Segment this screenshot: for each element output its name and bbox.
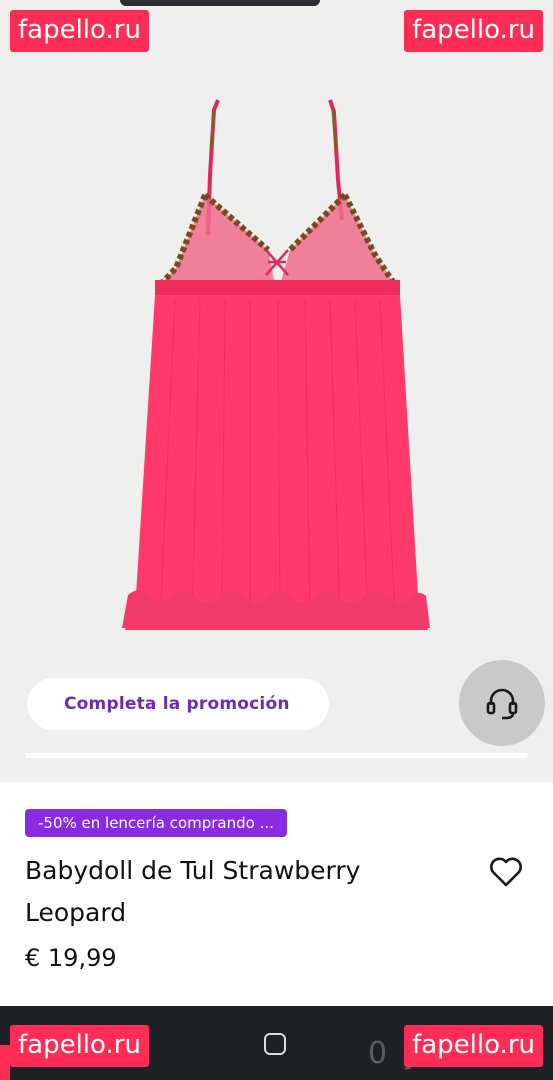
product-image[interactable]	[0, 0, 553, 782]
home-button[interactable]	[264, 1033, 286, 1055]
watermark-top-left: fapello.ru	[10, 10, 149, 52]
watermark-bottom-right: fapello.ru	[404, 1025, 543, 1067]
watermark-fragment	[0, 1045, 10, 1080]
headset-icon	[486, 688, 518, 720]
watermark-top-right: fapello.ru	[404, 10, 543, 52]
support-button[interactable]	[459, 660, 545, 746]
watermark-bottom-left: fapello.ru	[10, 1025, 149, 1067]
babydoll-dress-image	[122, 99, 430, 630]
product-price: € 19,99	[25, 944, 117, 972]
complete-promotion-button[interactable]: Completa la promoción	[27, 678, 329, 730]
product-title: Babydoll de Tul Strawberry Leopard	[25, 856, 361, 927]
discount-badge: -50% en lencería comprando ...	[25, 809, 287, 837]
image-carousel-indicator	[25, 753, 528, 758]
heart-icon	[490, 857, 522, 887]
favorite-button[interactable]	[485, 852, 527, 892]
status-bar	[120, 0, 320, 6]
